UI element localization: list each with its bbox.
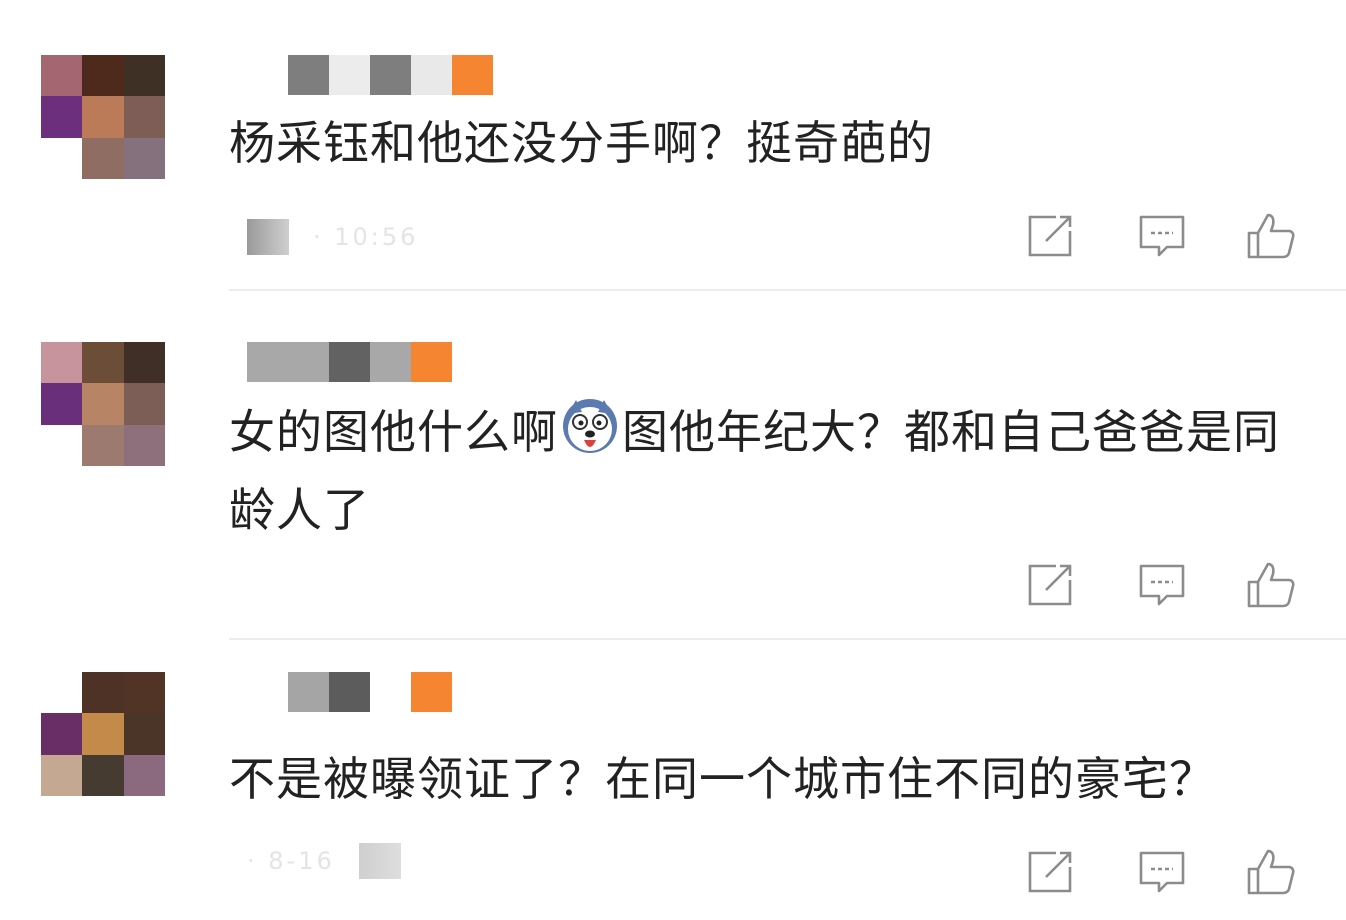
comment-time: · 8-16 xyxy=(247,847,335,875)
username-mosaic-block xyxy=(288,342,329,382)
username-mosaic-block xyxy=(247,672,288,712)
comment-bubble-icon xyxy=(1139,215,1185,257)
username-mosaic-block xyxy=(411,342,452,382)
comment-actions xyxy=(1026,847,1300,897)
username-mosaic-block xyxy=(329,342,370,382)
share-edit-icon xyxy=(1028,215,1072,257)
username-mosaic-block xyxy=(247,55,288,95)
username-mosaic-block xyxy=(329,55,370,95)
share-edit-icon xyxy=(1028,851,1072,893)
avatar-pixel xyxy=(41,713,83,755)
avatar-pixel xyxy=(82,55,124,97)
avatar-pixel xyxy=(123,424,165,466)
avatar-pixel xyxy=(123,672,165,714)
username-mosaic-block xyxy=(247,342,288,382)
like-button[interactable] xyxy=(1245,211,1295,261)
avatar-pixel xyxy=(123,754,165,796)
avatar-pixel xyxy=(123,383,165,425)
username-redacted[interactable] xyxy=(247,342,452,382)
divider xyxy=(229,638,1346,640)
reply-button[interactable] xyxy=(1137,211,1187,261)
username-mosaic-block xyxy=(370,342,411,382)
username-mosaic-block xyxy=(411,55,452,95)
location-redacted xyxy=(358,843,401,879)
comment-actions xyxy=(1026,211,1300,261)
avatar-pixel xyxy=(41,96,83,138)
avatar-pixel xyxy=(123,713,165,755)
comment-text: 女的图他什么啊 图他年纪大？都和自己爸爸是同龄人了 xyxy=(229,396,1319,545)
comment-bubble-icon xyxy=(1139,564,1185,606)
comment-meta: · 10:56 xyxy=(247,219,418,255)
comment-bubble-icon xyxy=(1139,851,1185,893)
divider xyxy=(229,289,1346,291)
avatar[interactable] xyxy=(41,342,165,466)
reply-button[interactable] xyxy=(1137,560,1187,610)
comment-meta: · 8-16 xyxy=(247,843,401,879)
thumbs-up-icon xyxy=(1247,562,1295,608)
username-redacted[interactable] xyxy=(247,672,452,712)
username-mosaic-block xyxy=(370,55,411,95)
thumbs-up-icon xyxy=(1247,849,1295,895)
avatar-pixel xyxy=(82,137,124,179)
avatar-pixel xyxy=(82,713,124,755)
username-mosaic-block xyxy=(329,672,370,712)
avatar-pixel xyxy=(82,383,124,425)
avatar-pixel xyxy=(41,424,83,466)
username-mosaic-block xyxy=(288,672,329,712)
thumbs-up-icon xyxy=(1247,213,1295,259)
husky-emoji-icon xyxy=(560,396,620,475)
avatar-pixel xyxy=(82,96,124,138)
share-button[interactable] xyxy=(1026,211,1076,261)
avatar[interactable] xyxy=(41,55,165,179)
like-button[interactable] xyxy=(1245,560,1295,610)
avatar-pixel xyxy=(41,383,83,425)
comment-text-part: 女的图他什么啊 xyxy=(229,405,558,459)
avatar-pixel xyxy=(82,424,124,466)
avatar-pixel xyxy=(123,137,165,179)
share-edit-icon xyxy=(1028,564,1072,606)
username-mosaic-block xyxy=(452,55,493,95)
location-redacted xyxy=(247,219,289,255)
avatar-pixel xyxy=(82,672,124,714)
avatar-pixel xyxy=(123,96,165,138)
avatar-pixel xyxy=(41,672,83,714)
avatar-pixel xyxy=(82,342,124,384)
like-button[interactable] xyxy=(1245,847,1295,897)
username-mosaic-block xyxy=(370,672,411,712)
avatar-pixel xyxy=(41,55,83,97)
comment-text: 不是被曝领证了？在同一个城市住不同的豪宅？ xyxy=(229,752,1216,806)
username-redacted[interactable] xyxy=(247,55,493,95)
comment-text: 杨采钰和他还没分手啊？挺奇葩的 xyxy=(229,116,934,170)
avatar-pixel xyxy=(41,754,83,796)
username-mosaic-block xyxy=(288,55,329,95)
avatar-pixel xyxy=(41,342,83,384)
avatar[interactable] xyxy=(41,672,165,796)
avatar-pixel xyxy=(123,342,165,384)
username-mosaic-block xyxy=(411,672,452,712)
share-button[interactable] xyxy=(1026,560,1076,610)
comment-time: · 10:56 xyxy=(313,223,419,251)
avatar-pixel xyxy=(82,754,124,796)
reply-button[interactable] xyxy=(1137,847,1187,897)
avatar-pixel xyxy=(123,55,165,97)
comment-actions xyxy=(1026,560,1300,610)
share-button[interactable] xyxy=(1026,847,1076,897)
avatar-pixel xyxy=(41,137,83,179)
